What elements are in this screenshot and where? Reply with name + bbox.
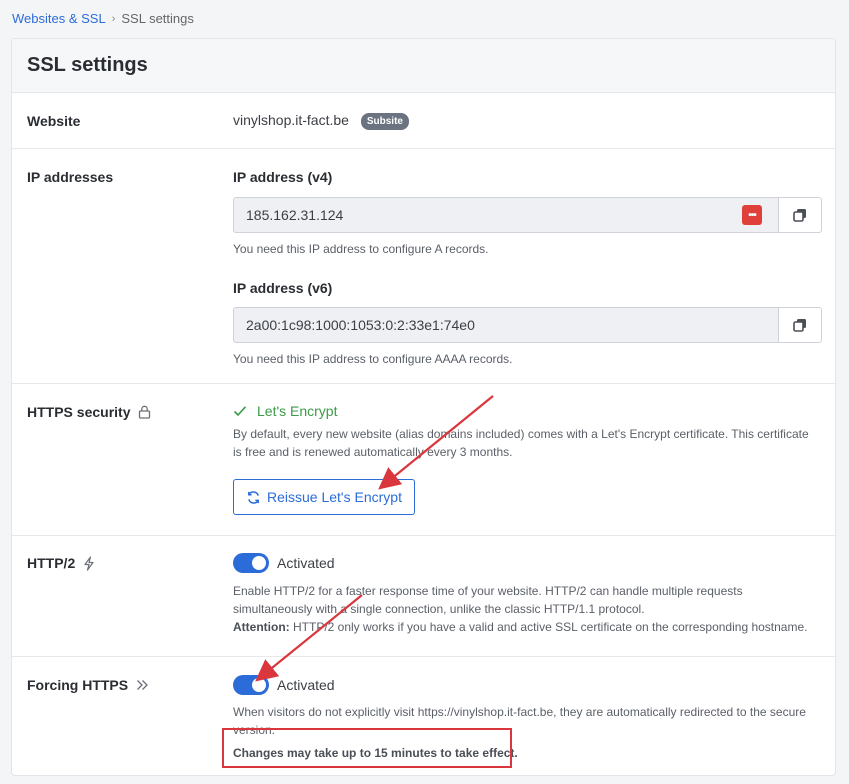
ipv6-field[interactable]: 2a00:1c98:1000:1053:0:2:33e1:74e0 [233, 307, 778, 343]
http2-row: HTTP/2 Activated Enable HTTP/2 for a fas… [12, 536, 835, 657]
http2-attention-text: HTTP/2 only works if you have a valid an… [289, 620, 808, 634]
lets-encrypt-status-text: Let's Encrypt [257, 403, 338, 419]
ipv6-value: 2a00:1c98:1000:1053:0:2:33e1:74e0 [246, 317, 475, 333]
ipv4-value: 185.162.31.124 [246, 207, 344, 223]
forcing-https-toggle[interactable] [233, 675, 269, 695]
http2-description: Enable HTTP/2 for a faster response time… [233, 584, 743, 616]
page-title: SSL settings [27, 54, 148, 76]
breadcrumb-link-websites[interactable]: Websites & SSL [12, 11, 106, 26]
website-value: vinylshop.it-fact.be [233, 112, 349, 128]
http2-toggle-label: Activated [277, 555, 335, 571]
ip-addresses-content: IP address (v4) 185.162.31.124 ••• You n… [233, 169, 822, 368]
http2-toggle[interactable] [233, 553, 269, 573]
forcing-https-label-wrap: Forcing HTTPS [27, 677, 149, 693]
breadcrumb: Websites & SSL › SSL settings [12, 11, 194, 26]
website-value-wrap: vinylshop.it-fact.be Subsite [233, 112, 820, 130]
copy-ipv4-button[interactable] [778, 197, 822, 233]
https-security-row: HTTPS security Let's Encrypt By default,… [12, 384, 835, 536]
forcing-https-toggle-line: Activated [233, 675, 820, 695]
https-security-description: By default, every new website (alias dom… [233, 427, 809, 459]
lightning-icon [84, 555, 94, 571]
forcing-https-label: Forcing HTTPS [27, 677, 129, 693]
http2-label-wrap: HTTP/2 [27, 555, 95, 571]
http2-content: Activated Enable HTTP/2 for a faster res… [233, 553, 820, 636]
reissue-lets-encrypt-button[interactable]: Reissue Let's Encrypt [233, 479, 415, 515]
forcing-https-description: When visitors do not explicitly visit ht… [233, 705, 806, 737]
ipv6-label: IP address (v6) [233, 280, 333, 296]
breadcrumb-separator: › [111, 12, 116, 25]
check-icon [233, 406, 247, 417]
http2-label: HTTP/2 [27, 555, 76, 571]
double-chevron-right-icon [137, 680, 149, 690]
password-manager-icon[interactable]: ••• [742, 205, 762, 225]
ipv6-help: You need this IP address to configure AA… [233, 352, 513, 366]
forcing-https-content: Activated When visitors do not explicitl… [233, 675, 820, 762]
ip-addresses-label: IP addresses [27, 169, 114, 185]
forcing-https-note: Changes may take up to 15 minutes to tak… [233, 746, 518, 760]
ipv4-input-group: 185.162.31.124 ••• [233, 197, 822, 233]
website-label: Website [27, 113, 81, 129]
lock-icon [139, 405, 151, 419]
http2-attention: Attention: HTTP/2 only works if you have… [233, 618, 820, 636]
toggle-knob [252, 678, 266, 692]
ipv4-label: IP address (v4) [233, 169, 333, 185]
http2-toggle-line: Activated [233, 553, 820, 573]
copy-ipv6-button[interactable] [778, 307, 822, 343]
toggle-knob [252, 556, 266, 570]
forcing-https-toggle-label: Activated [277, 677, 335, 693]
breadcrumb-current: SSL settings [121, 11, 194, 26]
ssl-settings-card: SSL settings Website vinylshop.it-fact.b… [11, 38, 836, 776]
website-row: Website vinylshop.it-fact.be Subsite [12, 93, 835, 149]
copy-icon [793, 209, 806, 222]
https-security-label: HTTPS security [27, 404, 131, 420]
lets-encrypt-status: Let's Encrypt [233, 403, 820, 419]
card-header: SSL settings [12, 39, 835, 93]
reissue-button-label: Reissue Let's Encrypt [267, 489, 402, 505]
https-security-label-wrap: HTTPS security [27, 404, 151, 420]
ipv6-input-group: 2a00:1c98:1000:1053:0:2:33e1:74e0 [233, 307, 822, 343]
https-security-content: Let's Encrypt By default, every new webs… [233, 403, 820, 515]
http2-attention-label: Attention: [233, 620, 290, 634]
refresh-icon [248, 490, 259, 504]
ipv4-help: You need this IP address to configure A … [233, 242, 489, 256]
ipv4-field[interactable]: 185.162.31.124 ••• [233, 197, 778, 233]
forcing-https-row: Forcing HTTPS Activated When visitors do… [12, 657, 835, 775]
copy-icon [793, 319, 806, 332]
ip-addresses-row: IP addresses IP address (v4) 185.162.31.… [12, 149, 835, 384]
subsite-badge: Subsite [360, 112, 409, 130]
